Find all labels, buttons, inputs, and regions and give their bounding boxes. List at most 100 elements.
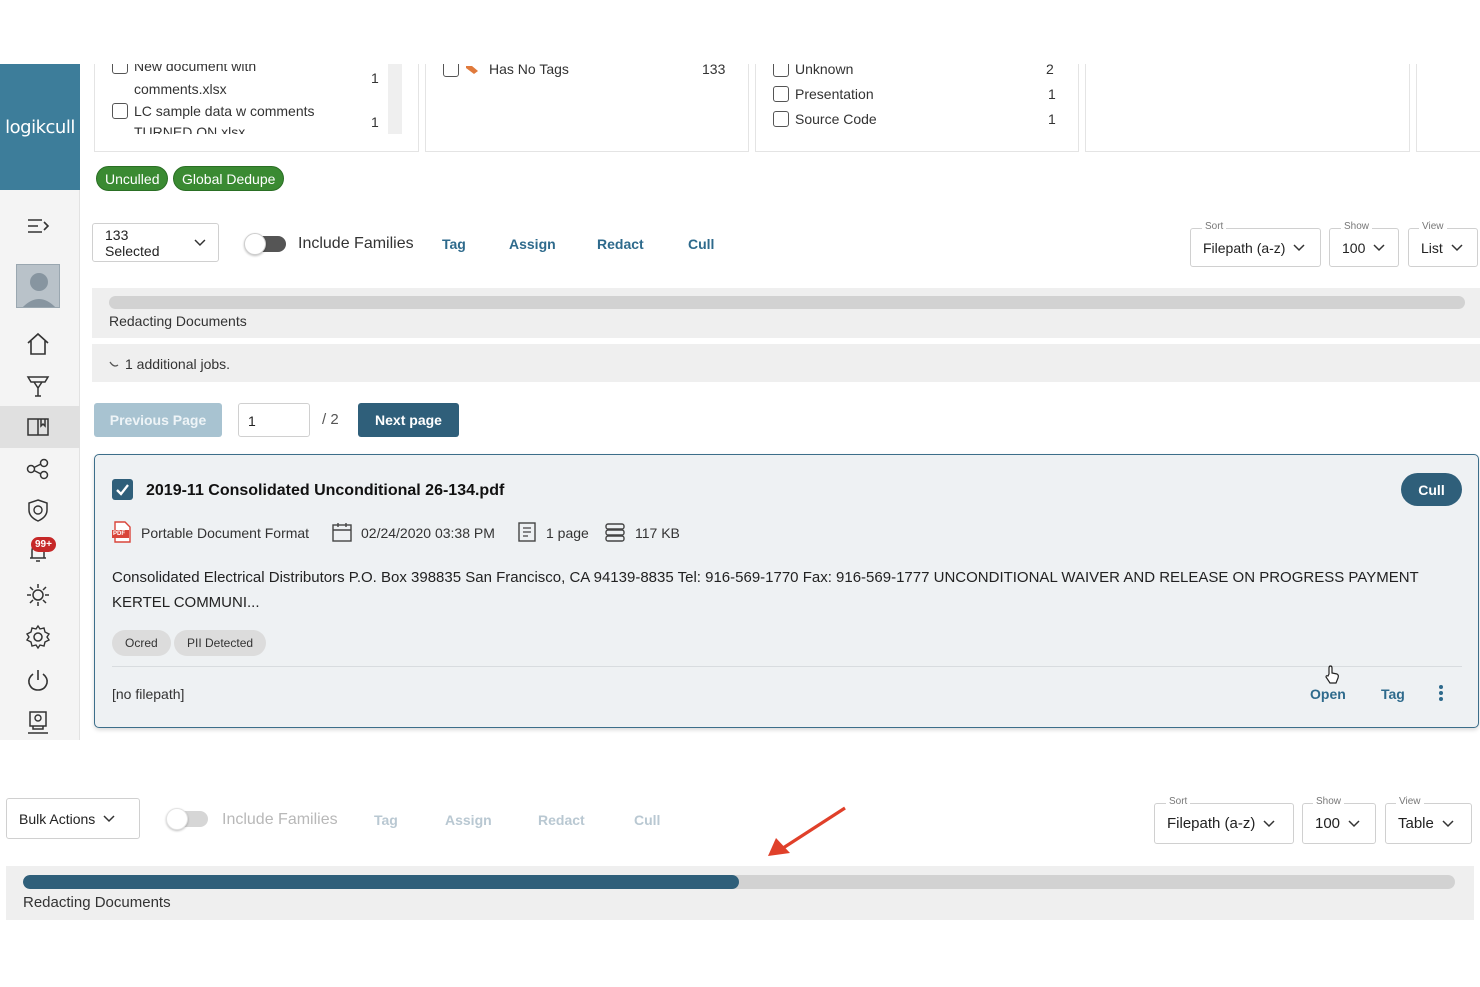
tag-chip-pii: PII Detected	[174, 630, 267, 656]
scrollbar[interactable]	[388, 64, 402, 134]
view-value: List	[1421, 239, 1443, 256]
document-format: Portable Document Format	[141, 525, 310, 541]
page-count-icon	[518, 522, 536, 542]
pill-unculled[interactable]: Unculled	[96, 166, 169, 191]
show-legend: Show	[1313, 796, 1345, 807]
upload-icon[interactable]	[18, 369, 58, 401]
checkbox[interactable]	[773, 111, 789, 127]
more-options-icon[interactable]	[1438, 683, 1444, 703]
previous-page-button[interactable]: Previous Page	[94, 403, 222, 437]
view-legend: View	[1419, 221, 1447, 232]
top-whitespace	[0, 0, 1480, 64]
pill-global-dedupe[interactable]: Global Dedupe	[173, 166, 285, 191]
sun-icon[interactable]	[18, 579, 58, 611]
sort-dropdown[interactable]: Filepath (a-z)	[1154, 803, 1294, 844]
open-link[interactable]: Open	[1310, 686, 1346, 702]
snippet-line: KERTEL COMMUNI...	[112, 594, 260, 611]
redact-action-link[interactable]: Redact	[597, 236, 644, 252]
cull-button[interactable]: Cull	[1401, 473, 1462, 506]
gear-icon[interactable]	[18, 621, 58, 653]
shield-icon[interactable]	[18, 494, 58, 526]
power-icon[interactable]	[18, 664, 58, 696]
jobs-title: Redacting Documents	[23, 894, 171, 911]
page-number-value: 1	[248, 413, 256, 429]
sort-dropdown[interactable]: Filepath (a-z)	[1190, 228, 1321, 267]
document-pages: 1 page	[546, 525, 589, 541]
tag-action-link[interactable]: Tag	[442, 236, 466, 252]
divider	[112, 666, 1462, 667]
page-number-input[interactable]: 1	[238, 403, 310, 437]
filter-panel-filetype: Unknown 2 Presentation 1 Source Code 1	[755, 61, 1079, 152]
include-families-toggle-disabled[interactable]	[166, 808, 208, 830]
include-families-toggle[interactable]	[244, 233, 286, 255]
filter-count: 1	[371, 70, 379, 86]
chevron-down-icon	[1451, 243, 1463, 251]
assign-action-link[interactable]: Assign	[509, 236, 556, 252]
bulk-actions-dropdown[interactable]: Bulk Actions	[6, 798, 140, 839]
tag-action-link-disabled[interactable]: Tag	[374, 812, 398, 828]
document-filename[interactable]: 2019-11 Consolidated Unconditional 26-13…	[146, 482, 504, 500]
assign-action-link-disabled[interactable]: Assign	[445, 812, 492, 828]
include-families-label: Include Families	[222, 811, 338, 828]
next-page-button[interactable]: Next page	[358, 403, 459, 437]
tag-link[interactable]: Tag	[1381, 686, 1405, 702]
toggle-knob	[244, 233, 266, 255]
filter-count: 1	[1048, 111, 1056, 127]
page-total: / 2	[322, 411, 339, 428]
view-dropdown[interactable]: Table	[1385, 803, 1472, 844]
pill-label: Global Dedupe	[182, 170, 276, 187]
share-icon[interactable]	[18, 453, 58, 485]
support-icon[interactable]	[18, 706, 58, 738]
snippet-line: Consolidated Electrical Distributors P.O…	[112, 569, 1419, 586]
show-dropdown[interactable]: 100	[1302, 803, 1376, 844]
filter-label: TURNED ON.xlsx	[134, 124, 246, 134]
hand-cursor-icon	[1325, 665, 1339, 684]
collapse-menu-icon[interactable]	[18, 210, 58, 242]
logo[interactable]: logikcull	[0, 64, 80, 190]
cull-button-label: Cull	[1418, 481, 1445, 498]
review-book-icon[interactable]	[18, 411, 58, 443]
checkbox[interactable]	[773, 86, 789, 102]
filter-panel-partial	[1416, 64, 1480, 152]
document-filepath: [no filepath]	[112, 686, 185, 702]
additional-jobs-panel[interactable]: 1 additional jobs.	[92, 344, 1480, 382]
cull-action-link[interactable]: Cull	[688, 236, 714, 252]
document-checkbox[interactable]	[112, 479, 133, 500]
chevron-down-icon	[194, 238, 206, 246]
next-page-label: Next page	[375, 412, 442, 428]
chevron-down-icon	[1263, 819, 1275, 827]
show-dropdown[interactable]: 100	[1329, 228, 1399, 267]
view-value: Table	[1398, 815, 1434, 832]
sort-value: Filepath (a-z)	[1203, 239, 1286, 256]
filter-item[interactable]: LC sample data w comments	[112, 103, 315, 119]
show-value: 100	[1315, 815, 1341, 832]
screenshot-upper: New document with 1 comments.xlsx LC sam…	[0, 0, 1480, 740]
selected-dropdown[interactable]: 133 Selected	[92, 223, 219, 262]
selected-label: 133 Selected	[105, 226, 160, 259]
calendar-icon	[332, 523, 352, 542]
filter-item[interactable]: Source Code	[773, 111, 877, 127]
sidebar: logikcull 99+	[0, 64, 80, 740]
tag-chip-ocred: Ocred	[112, 630, 171, 656]
checkbox[interactable]	[112, 103, 128, 119]
filter-label: LC sample data w comments	[134, 103, 315, 119]
document-card[interactable]: 2019-11 Consolidated Unconditional 26-13…	[94, 454, 1479, 728]
home-icon[interactable]	[18, 328, 58, 360]
avatar[interactable]	[16, 264, 60, 308]
cull-action-link-disabled[interactable]: Cull	[634, 812, 660, 828]
document-size: 117 KB	[635, 525, 680, 541]
document-snippet: Consolidated Electrical Distributors P.O…	[112, 565, 1462, 615]
notification-badge: 99+	[31, 537, 56, 552]
pill-label: Unculled	[105, 170, 160, 187]
chevron-down-icon	[1442, 819, 1454, 827]
redacting-progress-bar	[23, 875, 1455, 889]
jobs-progress-panel: Redacting Documents	[6, 866, 1474, 920]
logo-text: logikcull	[5, 116, 75, 138]
include-families-label: Include Families	[298, 235, 414, 252]
previous-page-label: Previous Page	[109, 412, 207, 428]
redact-action-link-disabled[interactable]: Redact	[538, 812, 585, 828]
view-dropdown[interactable]: List	[1408, 228, 1478, 267]
chevron-down-icon	[1348, 819, 1360, 827]
filter-item[interactable]: Presentation	[773, 86, 874, 102]
tag-chip-label: Ocred	[125, 636, 158, 650]
